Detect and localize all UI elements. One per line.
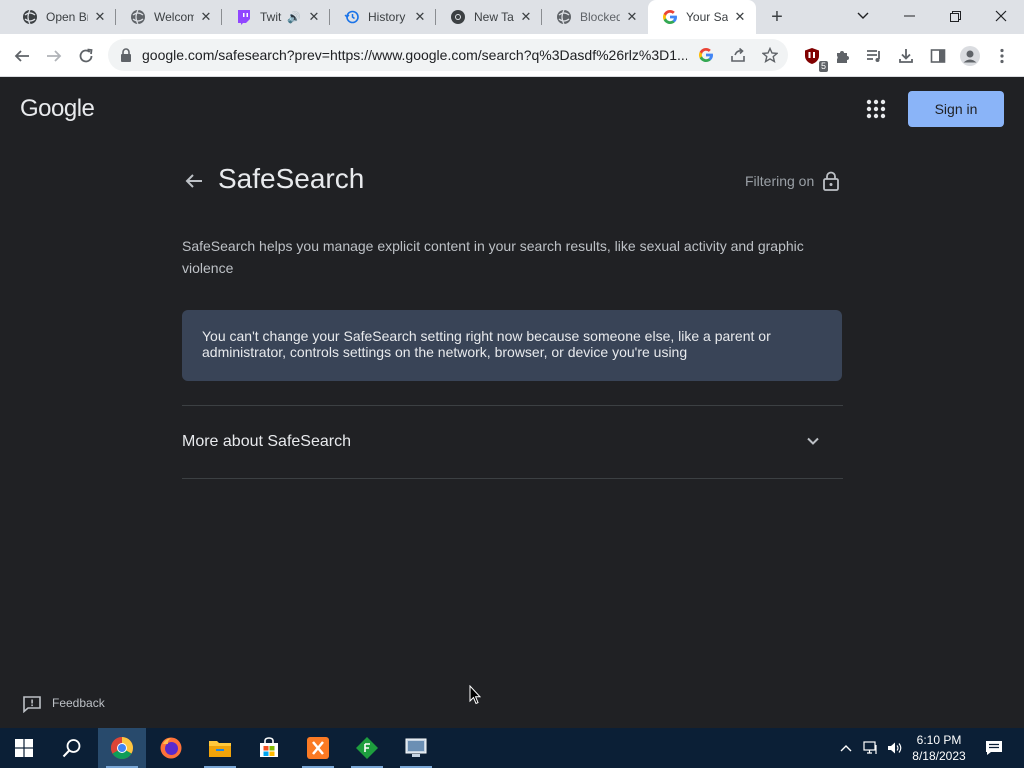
filter-status: Filtering on: [745, 173, 815, 189]
tab-open-browser[interactable]: Open Br ✕: [8, 0, 116, 34]
close-tab-icon[interactable]: ✕: [518, 9, 534, 25]
feedback-icon[interactable]: [22, 695, 42, 714]
tab-strip: Open Br ✕ Welcom ✕ Twit 🔊 ✕ History ✕ Ne…: [0, 0, 1024, 34]
safesearch-page: Google Sign in SafeSearch Filtering on S…: [0, 77, 1024, 728]
feedback-link[interactable]: Feedback: [52, 696, 105, 710]
close-tab-icon[interactable]: ✕: [624, 9, 640, 25]
show-hidden-icons-chevron[interactable]: [836, 728, 856, 768]
tab-welcome[interactable]: Welcom ✕: [116, 0, 222, 34]
extensions-puzzle-icon[interactable]: [828, 42, 856, 70]
page-title: SafeSearch: [218, 163, 365, 194]
side-panel-icon[interactable]: [924, 42, 952, 70]
windows-start-icon[interactable]: [0, 728, 48, 768]
new-tab-button[interactable]: +: [764, 5, 790, 29]
safesearch-description: SafeSearch helps you manage explicit con…: [182, 238, 804, 276]
divider: [182, 478, 843, 479]
more-about-safesearch-toggle[interactable]: More about SafeSearch: [182, 433, 351, 451]
lock-icon: [822, 171, 840, 191]
tab-twitch[interactable]: Twit 🔊 ✕: [222, 0, 330, 34]
tab-blocked[interactable]: Blocked ✕: [542, 0, 648, 34]
tab-title: Welcom: [154, 10, 194, 24]
xampp-taskbar-icon[interactable]: [294, 728, 342, 768]
tab-search-chevron-icon[interactable]: [840, 0, 886, 32]
close-tab-icon[interactable]: ✕: [306, 9, 322, 25]
extension-badge: 5: [818, 61, 828, 72]
restore-button[interactable]: [932, 0, 978, 32]
action-center-icon[interactable]: [980, 728, 1008, 768]
clock-time: 6:10 PM: [916, 733, 962, 747]
chevron-down-icon[interactable]: [805, 433, 821, 449]
locked-settings-notice: You can't change your SafeSearch setting…: [182, 310, 842, 381]
file-explorer-taskbar-icon[interactable]: [196, 728, 244, 768]
microsoft-store-taskbar-icon[interactable]: [245, 728, 293, 768]
tab-title: Open Br: [46, 10, 88, 24]
firefox-taskbar-icon[interactable]: [147, 728, 195, 768]
chrome-taskbar-icon[interactable]: [98, 728, 146, 768]
tab-title: Twit: [260, 10, 282, 24]
profile-avatar-icon[interactable]: [956, 42, 984, 70]
google-logo[interactable]: Google: [20, 95, 95, 123]
google-lens-icon[interactable]: [696, 45, 716, 65]
clock-date: 8/18/2023: [912, 749, 966, 763]
download-icon[interactable]: [892, 42, 920, 70]
mouse-cursor-icon: [469, 684, 482, 705]
tab-title: Blocked: [580, 10, 620, 24]
tab-title: New Tal: [474, 10, 514, 24]
browser-toolbar: google.com/safesearch?prev=https://www.g…: [0, 34, 1024, 77]
windows-taskbar: 6:10 PM 8/18/2023: [0, 728, 1024, 768]
tab-new-tab[interactable]: New Tal ✕: [436, 0, 542, 34]
close-tab-icon[interactable]: ✕: [412, 9, 428, 25]
ublock-extension-icon[interactable]: 5: [798, 42, 828, 72]
network-app-taskbar-icon[interactable]: [392, 728, 440, 768]
close-window-button[interactable]: [978, 0, 1024, 32]
sign-in-button[interactable]: Sign in: [908, 91, 1004, 127]
minimize-button[interactable]: [886, 0, 932, 32]
lock-icon[interactable]: [118, 47, 134, 63]
globe-icon: [556, 9, 572, 25]
divider: [182, 405, 843, 406]
system-clock[interactable]: 6:10 PM 8/18/2023: [904, 732, 974, 764]
chrome-menu-icon[interactable]: [988, 42, 1016, 70]
address-bar[interactable]: google.com/safesearch?prev=https://www.g…: [108, 39, 788, 71]
url-text[interactable]: google.com/safesearch?prev=https://www.g…: [142, 47, 687, 63]
tab-title: Your Sa: [686, 10, 728, 24]
reading-list-icon[interactable]: [860, 42, 888, 70]
globe-icon: [22, 9, 38, 25]
globe-icon: [130, 9, 146, 25]
twitch-icon: [236, 9, 252, 25]
tab-title: History: [368, 10, 406, 24]
back-arrow-icon[interactable]: [182, 169, 206, 193]
volume-icon[interactable]: [884, 728, 906, 768]
forward-button[interactable]: [40, 42, 68, 70]
history-icon: [344, 9, 360, 25]
reload-button[interactable]: [72, 42, 100, 70]
google-apps-grid-icon[interactable]: [864, 97, 888, 121]
network-icon[interactable]: [860, 728, 882, 768]
speaker-icon[interactable]: 🔊: [286, 9, 302, 25]
back-button[interactable]: [8, 42, 36, 70]
share-icon[interactable]: [728, 45, 748, 65]
bookmark-star-icon[interactable]: [760, 45, 780, 65]
tab-your-safesearch[interactable]: Your Sa ✕: [648, 0, 756, 34]
close-tab-icon[interactable]: ✕: [198, 9, 214, 25]
close-tab-icon[interactable]: ✕: [92, 9, 108, 25]
close-tab-icon[interactable]: ✕: [732, 9, 748, 25]
green-app-taskbar-icon[interactable]: [343, 728, 391, 768]
google-icon: [662, 9, 678, 25]
tab-history[interactable]: History ✕: [330, 0, 436, 34]
search-icon[interactable]: [48, 728, 96, 768]
chrome-icon: [450, 9, 466, 25]
